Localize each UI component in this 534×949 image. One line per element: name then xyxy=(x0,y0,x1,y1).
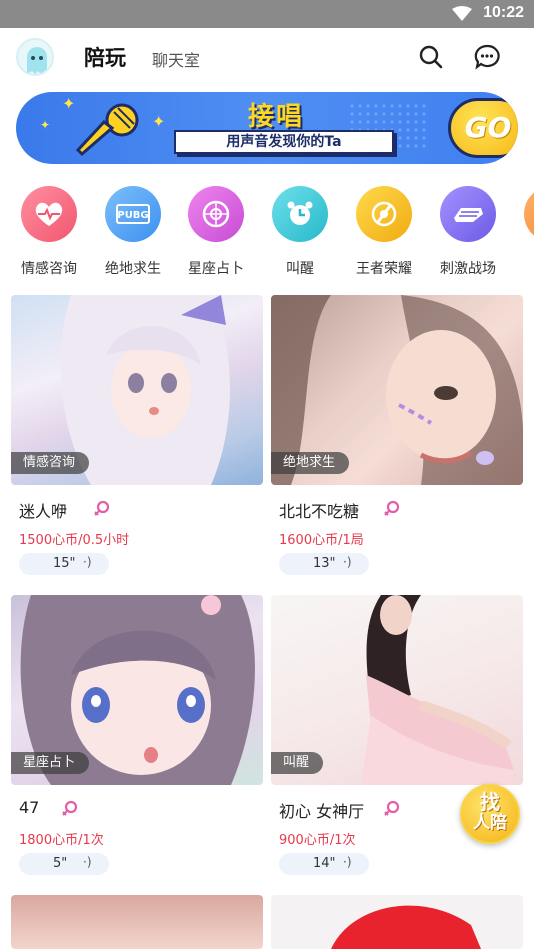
sound-wave-icon: ·) xyxy=(343,855,352,869)
category-label: 绝地求生 xyxy=(105,261,161,277)
category-label: 星座占卜 xyxy=(188,261,244,277)
companion-card[interactable]: 情感咨询 迷人咿 1500心币/0.5小时 15" ·) xyxy=(11,295,263,585)
category-tag: 叫醒 xyxy=(271,752,324,774)
companion-photo: 情感咨询 xyxy=(11,295,263,485)
zodiac-icon xyxy=(188,186,244,242)
companion-photo xyxy=(271,895,523,949)
companion-price: 1500心币/0.5小时 xyxy=(19,533,130,548)
companion-price: 1800心币/1次 xyxy=(19,833,104,848)
category-label: 情感咨询 xyxy=(21,261,77,277)
king-glory-icon xyxy=(356,186,412,242)
svg-text:PUBG: PUBG xyxy=(117,210,148,221)
wifi-icon xyxy=(452,6,472,21)
category-tag: 星座占卜 xyxy=(11,752,90,774)
female-icon xyxy=(62,800,78,816)
tab-peiwan[interactable]: 陪玩 xyxy=(80,42,130,72)
category-item[interactable]: 刺激战场 xyxy=(428,186,508,278)
sound-wave-icon: ·) xyxy=(83,855,92,869)
category-label: 刺激战场 xyxy=(440,261,496,277)
companion-name: 北北不吃糖 xyxy=(279,502,360,521)
alarm-clock-icon xyxy=(272,186,328,242)
promo-banner[interactable]: ✦ ✦ ✦ 接唱 用声音发现你的Ta GO xyxy=(16,92,518,164)
banner-subtitle: 用声音发现你的Ta xyxy=(174,130,394,154)
banner-go-button[interactable]: GO xyxy=(448,98,518,158)
category-label: 王者荣耀 xyxy=(356,261,412,277)
female-icon xyxy=(384,500,400,516)
category-item[interactable]: 星座占卜 xyxy=(176,186,256,278)
companion-photo xyxy=(11,895,263,949)
category-tag: 情感咨询 xyxy=(11,452,90,474)
voice-intro-button[interactable]: 14" ·) xyxy=(279,853,369,875)
voice-duration: 14" xyxy=(313,856,336,871)
fab-line1: 找 xyxy=(480,790,500,814)
status-time: 10:22 xyxy=(483,4,524,21)
companion-card-partial[interactable] xyxy=(11,895,263,949)
status-bar: 10:22 xyxy=(0,0,534,28)
tab-chatroom[interactable]: 聊天室 xyxy=(152,47,200,71)
voice-intro-button[interactable]: 5" ·) xyxy=(19,853,109,875)
banner-title: 接唱 xyxy=(248,102,305,132)
microphone-icon xyxy=(75,103,139,157)
find-companion-button[interactable]: 找 人陪 xyxy=(460,784,520,844)
companion-price: 1600心币/1局 xyxy=(279,533,364,548)
category-row: 情感咨询 PUBG 绝地求生 星座占卜 叫醒 王者荣耀 刺激战场 xyxy=(0,186,534,278)
category-tag: 绝地求生 xyxy=(271,452,350,474)
message-icon[interactable] xyxy=(474,44,500,70)
battlefield-icon xyxy=(440,186,496,242)
companion-name: 47 xyxy=(19,798,40,817)
companion-name: 初心 女神厅 xyxy=(279,802,365,821)
search-icon[interactable] xyxy=(418,44,444,70)
voice-duration: 15" xyxy=(53,556,76,571)
sound-wave-icon: ·) xyxy=(83,555,92,569)
voice-intro-button[interactable]: 13" ·) xyxy=(279,553,369,575)
companion-card[interactable]: 绝地求生 北北不吃糖 1600心币/1局 13" ·) xyxy=(271,295,523,585)
companion-photo: 星座占卜 xyxy=(11,595,263,785)
category-item-partial[interactable] xyxy=(512,186,534,242)
top-bar: 陪玩 聊天室 xyxy=(0,28,534,88)
fab-line2: 人陪 xyxy=(473,813,507,833)
user-avatar[interactable] xyxy=(16,38,54,76)
category-item[interactable]: 情感咨询 xyxy=(9,186,89,278)
category-label: 叫醒 xyxy=(286,261,314,277)
category-item[interactable]: PUBG 绝地求生 xyxy=(93,186,173,278)
voice-duration: 13" xyxy=(313,556,336,571)
companion-photo: 叫醒 xyxy=(271,595,523,785)
companion-card[interactable]: 星座占卜 47 1800心币/1次 5" ·) xyxy=(11,595,263,885)
companion-card-partial[interactable] xyxy=(271,895,523,949)
category-icon-partial xyxy=(524,186,534,242)
sparkle-icon: ✦ xyxy=(40,118,51,132)
voice-intro-button[interactable]: 15" ·) xyxy=(19,553,109,575)
female-icon xyxy=(94,500,110,516)
ghost-avatar-icon xyxy=(27,47,47,74)
heart-pulse-icon xyxy=(21,186,77,242)
voice-duration: 5" xyxy=(53,856,68,871)
female-icon xyxy=(384,800,400,816)
pubg-icon: PUBG xyxy=(105,186,161,242)
companion-photo: 绝地求生 xyxy=(271,295,523,485)
category-item[interactable]: 叫醒 xyxy=(260,186,340,278)
sparkle-icon: ✦ xyxy=(152,112,166,131)
category-item[interactable]: 王者荣耀 xyxy=(344,186,424,278)
sound-wave-icon: ·) xyxy=(343,555,352,569)
companion-name: 迷人咿 xyxy=(19,502,68,521)
companion-price: 900心币/1次 xyxy=(279,833,356,848)
